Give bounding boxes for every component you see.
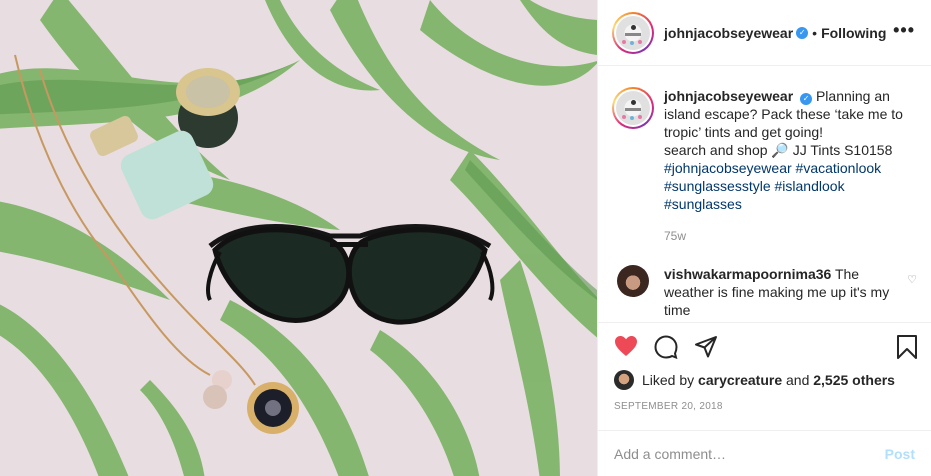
caption: johnjacobseyewear ✓ Planning an island e… [612,87,917,213]
comment-text: vishwakarmapoornima36 The weather is fin… [664,265,894,319]
logo-dot-pink [622,115,626,119]
post-comment-button[interactable]: Post [885,446,915,462]
logo-dot [631,100,636,105]
hashtag-link[interactable]: #johnjacobseyewear [664,160,792,176]
liker-avatar[interactable] [614,370,634,390]
magnifier-emoji-icon: 🔎 [771,142,789,158]
brand-logo [616,15,650,50]
likes-summary: Liked by carycreature and 2,525 others [614,370,931,390]
post-date[interactable]: SEPTEMBER 20, 2018 [614,401,723,412]
profile-avatar[interactable] [612,11,654,54]
logo-dot-pink [638,115,642,119]
liker-username[interactable]: carycreature [698,372,782,388]
likes-and: and [786,372,810,388]
add-comment-bar: Post [598,430,931,476]
separator-dot: • [812,24,818,41]
logo-dot-blue [630,116,634,120]
header-username[interactable]: johnjacobseyewear [664,25,793,41]
hashtag-link[interactable]: #sunglasses [664,196,742,212]
caption-text: johnjacobseyewear ✓ Planning an island e… [664,87,917,213]
action-bar [598,322,931,370]
verified-badge-icon: ✓ [800,93,813,105]
comment-input[interactable] [614,445,885,462]
comment-like-heart-icon[interactable]: ♡ [907,273,917,286]
hashtag-link[interactable]: #vacationlook [796,160,882,176]
avatar-inner [614,13,652,52]
post-detail-panel: johnjacobseyewear ✓ • Following ••• john… [597,0,931,476]
logo-mark [625,108,641,111]
comment-icon[interactable] [654,335,678,364]
caption-avatar[interactable] [612,87,654,129]
more-options-icon[interactable]: ••• [893,21,915,39]
commenter-avatar[interactable] [617,265,649,297]
comments-area[interactable]: johnjacobseyewear ✓ Planning an island e… [598,67,931,322]
caption-line2-suffix: JJ Tints S10158 [792,142,893,158]
caption-timestamp[interactable]: 75w [664,229,917,243]
post-photo-illustration [0,0,597,476]
bookmark-icon[interactable] [896,335,918,364]
likes-prefix: Liked by [642,372,695,388]
logo-mark [625,32,641,36]
brand-logo [616,91,650,125]
logo-dot-pink [622,39,626,44]
verified-badge-icon: ✓ [796,26,809,39]
heart-icon[interactable] [614,335,638,362]
share-icon[interactable] [694,335,718,364]
likes-count[interactable]: 2,525 others [813,372,895,388]
hashtag-link[interactable]: #islandlook [775,178,845,194]
logo-dot-pink [638,39,642,44]
post-image[interactable] [0,0,597,476]
comment-username[interactable]: vishwakarmapoornima36 [664,266,831,282]
following-button[interactable]: Following [821,25,886,41]
logo-dot [631,24,636,30]
caption-line2-prefix: search and shop [664,142,768,158]
caption-username[interactable]: johnjacobseyewear [664,88,793,104]
post-header: johnjacobseyewear ✓ • Following ••• [598,0,931,66]
hashtag-link[interactable]: #sunglassesstyle [664,178,771,194]
comment-item: vishwakarmapoornima36 The weather is fin… [612,265,917,319]
logo-dot-blue [630,40,634,45]
avatar-inner [614,89,652,127]
